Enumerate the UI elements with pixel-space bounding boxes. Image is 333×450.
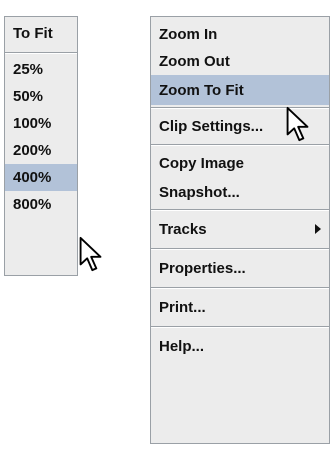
zoom-option-label: 800% [13,196,52,213]
zoom-option-100[interactable]: 100% [5,110,77,137]
menu-item-label: Help... [159,338,205,355]
menu-separator [151,287,329,289]
menu-item-label: Zoom In [159,26,218,43]
menu-item-help[interactable]: Help... [151,330,329,363]
zoom-level-menu: To Fit 25% 50% 100% 200% 400% 800% [4,16,78,276]
menu-item-tracks[interactable]: Tracks [151,213,329,246]
menu-separator [151,209,329,211]
zoom-option-label: 50% [13,88,44,105]
zoom-option-label: 400% [13,169,52,186]
zoom-option-25[interactable]: 25% [5,56,77,83]
zoom-option-to-fit[interactable]: To Fit [5,17,77,50]
zoom-option-800[interactable]: 800% [5,191,77,218]
zoom-option-label: 25% [13,61,44,78]
zoom-option-200[interactable]: 200% [5,137,77,164]
menu-item-label: Zoom To Fit [159,81,244,99]
zoom-option-400[interactable]: 400% [5,164,77,191]
menu-separator [151,144,329,146]
submenu-arrow-icon [315,224,321,234]
menu-item-label: Print... [159,299,206,316]
menu-item-label: Tracks [159,221,207,238]
menu-item-copy-image[interactable]: Copy Image [151,148,329,178]
zoom-option-50[interactable]: 50% [5,83,77,110]
menu-item-zoom-in[interactable]: Zoom In [151,21,329,48]
menu-separator [151,248,329,250]
mouse-pointer-icon [79,236,102,272]
zoom-option-label: To Fit [13,25,53,42]
menu-item-label: Zoom Out [159,53,230,70]
zoom-option-label: 200% [13,142,52,159]
menu-item-label: Clip Settings... [159,118,264,135]
menu-separator [5,52,77,54]
video-context-menu: Zoom In Zoom Out Zoom To Fit Clip Settin… [150,16,330,444]
menu-item-label: Properties... [159,260,246,277]
mouse-pointer-icon [286,106,309,142]
menu-item-label: Snapshot... [159,184,240,201]
menu-item-snapshot[interactable]: Snapshot... [151,178,329,207]
menu-item-print[interactable]: Print... [151,291,329,324]
menu-item-zoom-to-fit[interactable]: Zoom To Fit [151,75,329,105]
menu-item-properties[interactable]: Properties... [151,252,329,285]
zoom-option-label: 100% [13,115,52,132]
menu-separator [151,326,329,328]
menu-item-zoom-out[interactable]: Zoom Out [151,48,329,75]
menu-item-label: Copy Image [159,154,245,172]
